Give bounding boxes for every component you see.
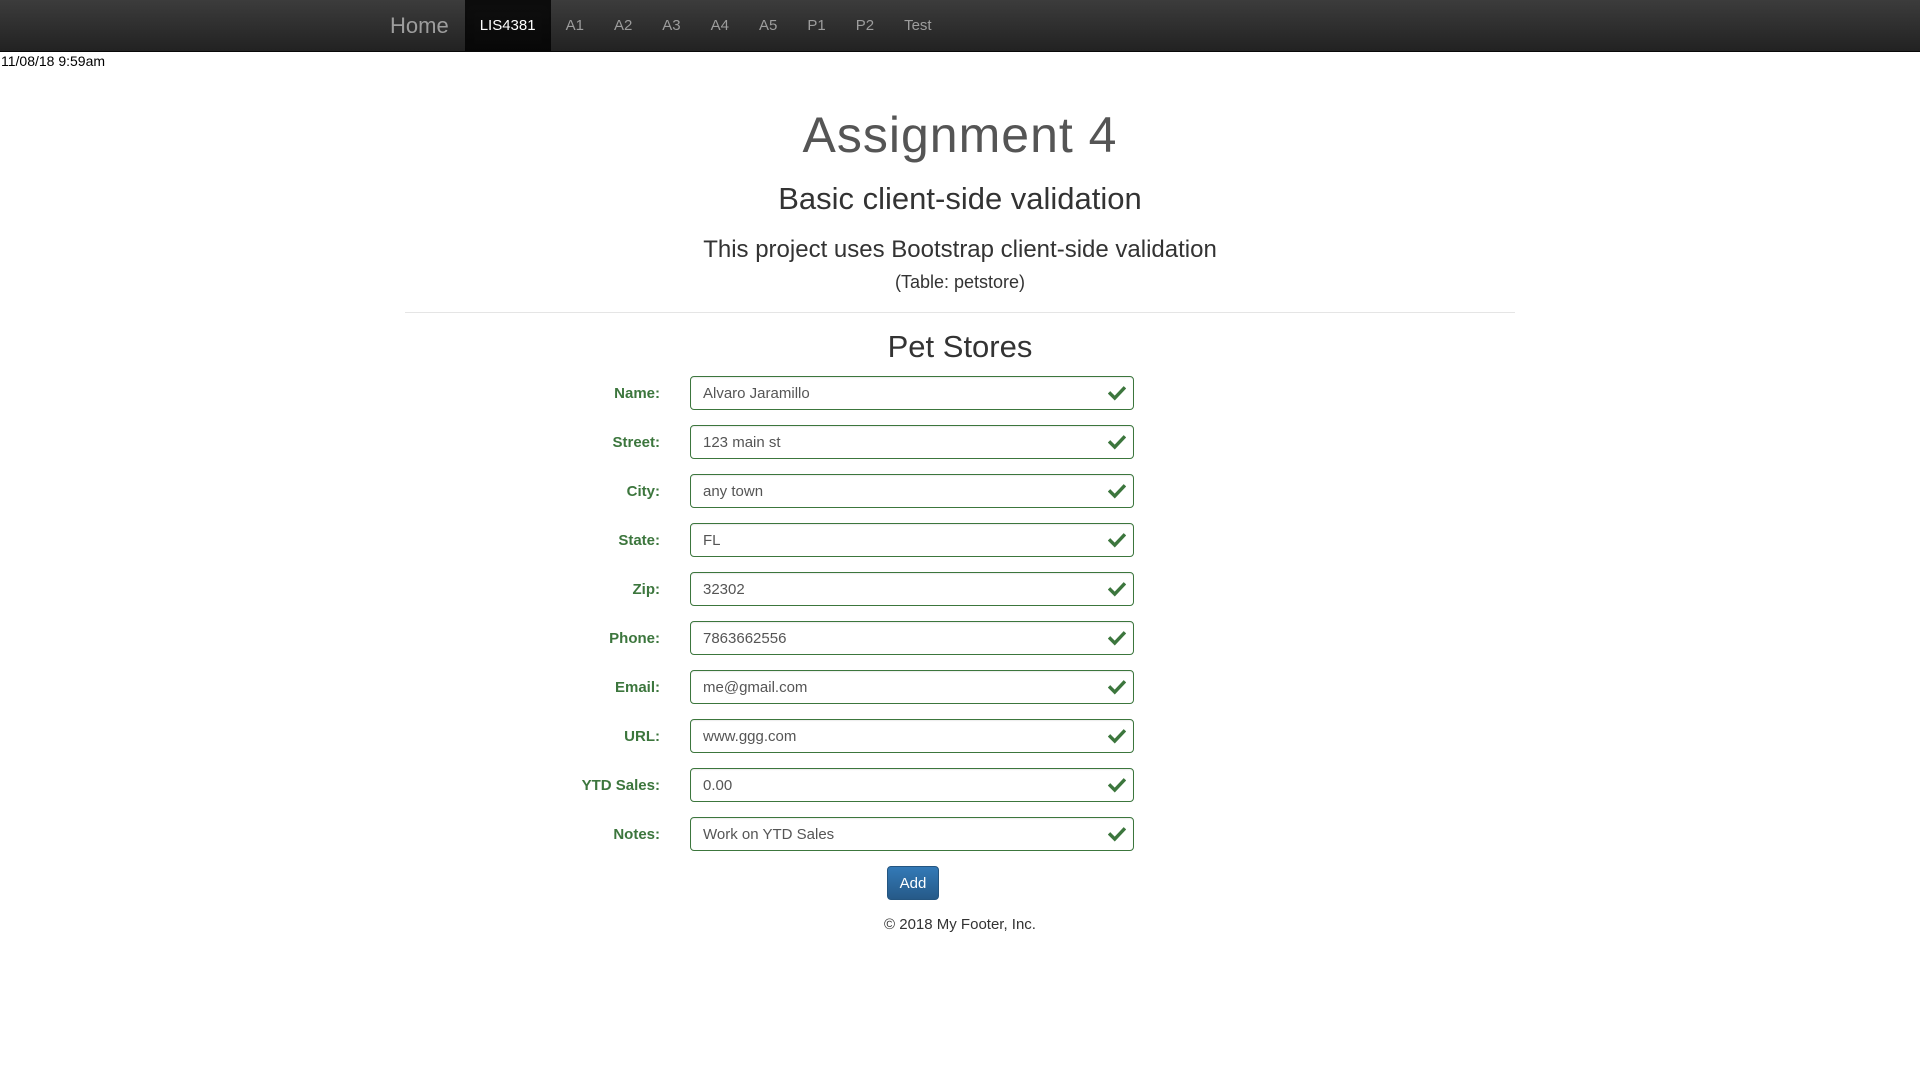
check-icon	[1108, 680, 1126, 695]
city-input[interactable]	[690, 474, 1134, 508]
nav-item-p2[interactable]: P2	[841, 0, 889, 51]
check-icon	[1108, 729, 1126, 744]
ytd-sales-input[interactable]	[690, 768, 1134, 802]
check-icon	[1108, 631, 1126, 646]
state-input[interactable]	[690, 523, 1134, 557]
form-row-phone: Phone:	[0, 621, 1920, 656]
notes-input[interactable]	[690, 817, 1134, 851]
form-row-state: State:	[0, 523, 1920, 558]
ytd-sales-label: YTD Sales:	[581, 777, 660, 794]
form-row-url: URL:	[0, 719, 1920, 754]
email-label: Email:	[614, 679, 660, 696]
nav-item-a2[interactable]: A2	[599, 0, 647, 51]
email-input[interactable]	[690, 670, 1134, 704]
top-navbar: Home LIS4381 A1 A2 A3 A4 A5 P1 P2 Test	[0, 0, 1920, 52]
street-label: Street:	[612, 434, 660, 451]
nav-item-a1[interactable]: A1	[551, 0, 599, 51]
phone-input[interactable]	[690, 621, 1134, 655]
check-icon	[1108, 386, 1126, 401]
nav-home-link[interactable]: Home	[378, 0, 465, 51]
notes-label: Notes:	[613, 826, 660, 843]
nav-item-lis4381[interactable]: LIS4381	[464, 0, 551, 51]
zip-label: Zip:	[632, 581, 661, 598]
zip-input[interactable]	[690, 572, 1134, 606]
divider	[405, 312, 1515, 313]
phone-label: Phone:	[609, 630, 660, 647]
nav-item-a4[interactable]: A4	[696, 0, 744, 51]
nav-links: Home LIS4381 A1 A2 A3 A4 A5 P1 P2 Test	[378, 0, 947, 51]
state-label: State:	[618, 532, 660, 549]
url-label: URL:	[624, 728, 660, 745]
check-icon	[1108, 435, 1126, 450]
check-icon	[1108, 827, 1126, 842]
check-icon	[1108, 484, 1126, 499]
check-icon	[1108, 533, 1126, 548]
form-row-city: City:	[0, 474, 1920, 509]
form-row-name: Name:	[0, 376, 1920, 411]
check-icon	[1108, 582, 1126, 597]
footer: © 2018 My Footer, Inc.	[884, 916, 1036, 933]
city-label: City:	[626, 483, 660, 500]
nav-item-p1[interactable]: P1	[792, 0, 840, 51]
page-subtitle: Basic client-side validation	[778, 181, 1142, 216]
form-row-zip: Zip:	[0, 572, 1920, 607]
page-title: Assignment 4	[802, 107, 1118, 163]
url-input[interactable]	[690, 719, 1134, 753]
form-row-notes: Notes:	[0, 817, 1920, 852]
nav-item-a5[interactable]: A5	[744, 0, 792, 51]
add-button[interactable]: Add	[887, 866, 939, 900]
form-row-ytd-sales: YTD Sales:	[0, 768, 1920, 803]
street-input[interactable]	[690, 425, 1134, 459]
form-row-street: Street:	[0, 425, 1920, 460]
nav-item-test[interactable]: Test	[889, 0, 947, 51]
form-title: Pet Stores	[887, 329, 1033, 364]
name-input[interactable]	[690, 376, 1134, 410]
name-label: Name:	[614, 385, 660, 402]
check-icon	[1108, 778, 1126, 793]
timestamp: 11/08/18 9:59am	[1, 53, 106, 69]
form-row-email: Email:	[0, 670, 1920, 705]
page-description: This project uses Bootstrap client-side …	[703, 236, 1217, 263]
table-note: (Table: petstore)	[894, 272, 1026, 292]
nav-item-a3[interactable]: A3	[647, 0, 695, 51]
